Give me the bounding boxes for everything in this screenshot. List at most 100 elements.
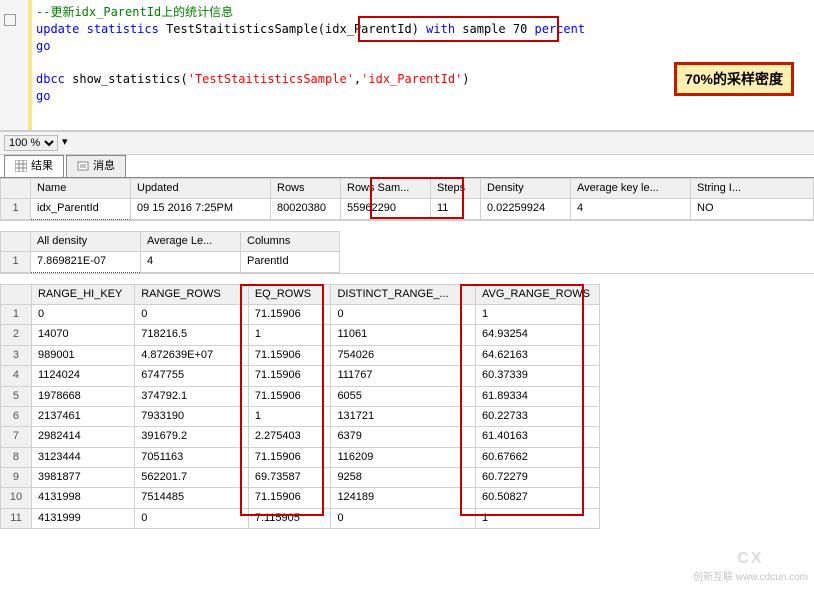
- cell[interactable]: 0: [135, 304, 249, 324]
- cell[interactable]: 55962290: [341, 199, 431, 219]
- data-row[interactable]: 1 7.869821E-07 4 ParentId: [1, 252, 340, 272]
- histogram-grid[interactable]: RANGE_HI_KEY RANGE_ROWS EQ_ROWS DISTINCT…: [0, 284, 600, 530]
- col-columns[interactable]: Columns: [241, 231, 340, 251]
- cell[interactable]: 60.22733: [476, 406, 600, 426]
- cell[interactable]: 0.02259924: [481, 199, 571, 219]
- cell[interactable]: 124189: [331, 488, 476, 508]
- cell[interactable]: 0: [31, 304, 134, 324]
- tab-results[interactable]: 结果: [4, 155, 64, 177]
- cell[interactable]: ParentId: [241, 252, 340, 272]
- cell[interactable]: 1: [476, 304, 600, 324]
- cell[interactable]: 116209: [331, 447, 476, 467]
- cell[interactable]: 71.15906: [248, 304, 331, 324]
- cell[interactable]: 2.275403: [248, 427, 331, 447]
- cell[interactable]: 61.40163: [476, 427, 600, 447]
- data-row[interactable]: 51978668374792.171.15906605561.89334: [1, 386, 600, 406]
- cell[interactable]: NO: [691, 199, 814, 219]
- cell[interactable]: 562201.7: [135, 468, 249, 488]
- cell[interactable]: 989001: [31, 345, 134, 365]
- cell[interactable]: 4131998: [31, 488, 134, 508]
- cell[interactable]: 64.93254: [476, 325, 600, 345]
- col-rows-sampled[interactable]: Rows Sam...: [341, 179, 431, 199]
- cell[interactable]: 4.872639E+07: [135, 345, 249, 365]
- data-row[interactable]: 104131998751448571.1590612418960.50827: [1, 488, 600, 508]
- col-name[interactable]: Name: [31, 179, 131, 199]
- cell[interactable]: 4: [141, 252, 241, 272]
- cell[interactable]: 0: [331, 304, 476, 324]
- cell[interactable]: 71.15906: [248, 366, 331, 386]
- col-steps[interactable]: Steps: [431, 179, 481, 199]
- cell[interactable]: 718216.5: [135, 325, 249, 345]
- data-row[interactable]: 11413199907.11590501: [1, 508, 600, 528]
- cell[interactable]: 71.15906: [248, 386, 331, 406]
- data-row[interactable]: 1 idx_ParentId 09 15 2016 7:25PM 8002038…: [1, 199, 814, 219]
- cell[interactable]: 1: [476, 508, 600, 528]
- col-rows[interactable]: Rows: [271, 179, 341, 199]
- data-row[interactable]: 10071.1590601: [1, 304, 600, 324]
- cell[interactable]: 2982414: [31, 427, 134, 447]
- cell[interactable]: 1: [248, 325, 331, 345]
- cell[interactable]: 3123444: [31, 447, 134, 467]
- cell[interactable]: 0: [135, 508, 249, 528]
- col-all-density[interactable]: All density: [31, 231, 141, 251]
- col-updated[interactable]: Updated: [131, 179, 271, 199]
- cell[interactable]: 4: [571, 199, 691, 219]
- cell[interactable]: 61.89334: [476, 386, 600, 406]
- data-row[interactable]: 39890014.872639E+0771.1590675402664.6216…: [1, 345, 600, 365]
- cell[interactable]: 7.869821E-07: [31, 252, 141, 272]
- tab-messages[interactable]: 消息: [66, 155, 126, 177]
- density-grid[interactable]: All density Average Le... Columns 1 7.86…: [0, 231, 340, 273]
- data-row[interactable]: 214070718216.511106164.93254: [1, 325, 600, 345]
- sql-editor[interactable]: --更新idx_ParentId上的统计信息 update statistics…: [0, 0, 814, 131]
- cell[interactable]: 0: [331, 508, 476, 528]
- cell[interactable]: 374792.1: [135, 386, 249, 406]
- col-avg-key-len[interactable]: Average key le...: [571, 179, 691, 199]
- stats-header-grid[interactable]: Name Updated Rows Rows Sam... Steps Dens…: [0, 178, 814, 220]
- cell[interactable]: 6747755: [135, 366, 249, 386]
- cell[interactable]: 64.62163: [476, 345, 600, 365]
- cell[interactable]: 131721: [331, 406, 476, 426]
- cell[interactable]: 1978668: [31, 386, 134, 406]
- cell[interactable]: 14070: [31, 325, 134, 345]
- cell[interactable]: 3981877: [31, 468, 134, 488]
- col-eq-rows[interactable]: EQ_ROWS: [248, 284, 331, 304]
- cell[interactable]: idx_ParentId: [31, 199, 131, 219]
- cell[interactable]: 7.115905: [248, 508, 331, 528]
- data-row[interactable]: 621374617933190113172160.22733: [1, 406, 600, 426]
- data-row[interactable]: 93981877562201.769.73587925860.72279: [1, 468, 600, 488]
- cell[interactable]: 60.67662: [476, 447, 600, 467]
- cell[interactable]: 60.37339: [476, 366, 600, 386]
- cell[interactable]: 11: [431, 199, 481, 219]
- cell[interactable]: 7051163: [135, 447, 249, 467]
- cell[interactable]: 11061: [331, 325, 476, 345]
- cell[interactable]: 111767: [331, 366, 476, 386]
- cell[interactable]: 71.15906: [248, 345, 331, 365]
- cell[interactable]: 69.73587: [248, 468, 331, 488]
- col-range-hi[interactable]: RANGE_HI_KEY: [31, 284, 134, 304]
- cell[interactable]: 6379: [331, 427, 476, 447]
- cell[interactable]: 7933190: [135, 406, 249, 426]
- cell[interactable]: 391679.2: [135, 427, 249, 447]
- cell[interactable]: 09 15 2016 7:25PM: [131, 199, 271, 219]
- cell[interactable]: 1124024: [31, 366, 134, 386]
- data-row[interactable]: 83123444705116371.1590611620960.67662: [1, 447, 600, 467]
- cell[interactable]: 60.72279: [476, 468, 600, 488]
- cell[interactable]: 7514485: [135, 488, 249, 508]
- cell[interactable]: 754026: [331, 345, 476, 365]
- cell[interactable]: 71.15906: [248, 488, 331, 508]
- cell[interactable]: 1: [248, 406, 331, 426]
- cell[interactable]: 4131999: [31, 508, 134, 528]
- cell[interactable]: 60.50827: [476, 488, 600, 508]
- cell[interactable]: 6055: [331, 386, 476, 406]
- cell[interactable]: 80020380: [271, 199, 341, 219]
- col-avg-range[interactable]: AVG_RANGE_ROWS: [476, 284, 600, 304]
- col-string-index[interactable]: String I...: [691, 179, 814, 199]
- col-range-rows[interactable]: RANGE_ROWS: [135, 284, 249, 304]
- col-density[interactable]: Density: [481, 179, 571, 199]
- data-row[interactable]: 41124024674775571.1590611176760.37339: [1, 366, 600, 386]
- cell[interactable]: 71.15906: [248, 447, 331, 467]
- col-distinct-range[interactable]: DISTINCT_RANGE_...: [331, 284, 476, 304]
- cell[interactable]: 2137461: [31, 406, 134, 426]
- cell[interactable]: 9258: [331, 468, 476, 488]
- data-row[interactable]: 72982414391679.22.275403637961.40163: [1, 427, 600, 447]
